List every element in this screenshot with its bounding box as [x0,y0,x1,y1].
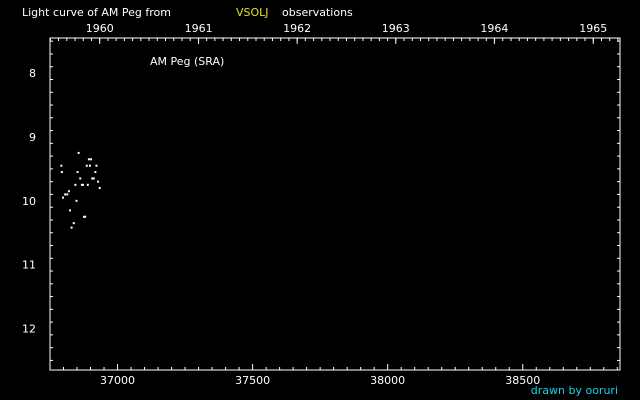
y-tick-label: 12 [22,323,36,336]
data-point [72,222,75,225]
data-point [67,190,70,193]
x-tick-label: 38000 [370,374,405,387]
data-point [77,151,80,154]
title-source: VSOLJ [236,6,269,19]
y-tick-label: 8 [29,67,36,80]
chart-title: Light curve of AM Peg from VSOLJ observa… [22,6,353,19]
data-point [95,164,98,167]
top-year-label: 1960 [86,22,114,35]
data-point [76,171,79,174]
axis-ticks [49,38,620,370]
y-tick-label: 9 [29,131,36,144]
title-prefix: Light curve of AM Peg from [22,6,171,19]
data-point [70,226,73,229]
top-year-label: 1965 [579,22,607,35]
data-point [94,171,97,174]
credit-label: drawn by ooruri [531,384,618,397]
x-tick-label: 37000 [100,374,135,387]
data-point [75,199,78,202]
data-point [68,209,71,212]
data-point [79,177,82,180]
data-point [85,164,88,167]
data-point [60,171,63,174]
data-point [86,183,89,186]
y-tick-label: 10 [22,195,36,208]
data-point [81,183,84,186]
data-point [97,180,100,183]
data-point [90,158,93,161]
data-point [64,193,67,196]
star-label: AM Peg (SRA) [150,55,224,68]
data-points [60,151,101,229]
data-point [60,164,63,167]
data-point [87,158,90,161]
data-point [92,177,95,180]
title-suffix: observations [282,6,353,19]
x-tick-label: 37500 [235,374,270,387]
data-point [88,164,91,167]
axis-tick-labels: 37000 37500 38000 385001960 1961 1962 1963 1964… [22,22,607,387]
top-year-label: 1963 [382,22,410,35]
data-point [66,193,69,196]
y-tick-label: 11 [22,259,36,272]
data-point [98,187,101,190]
top-year-label: 1962 [283,22,311,35]
data-point [84,215,87,218]
top-year-label: 1961 [185,22,213,35]
data-point [61,196,64,199]
plot-frame [49,37,621,371]
top-year-label: 1964 [480,22,508,35]
light-curve-chart: Light curve of AM Peg from VSOLJ observa… [22,6,621,397]
data-point [74,183,77,186]
